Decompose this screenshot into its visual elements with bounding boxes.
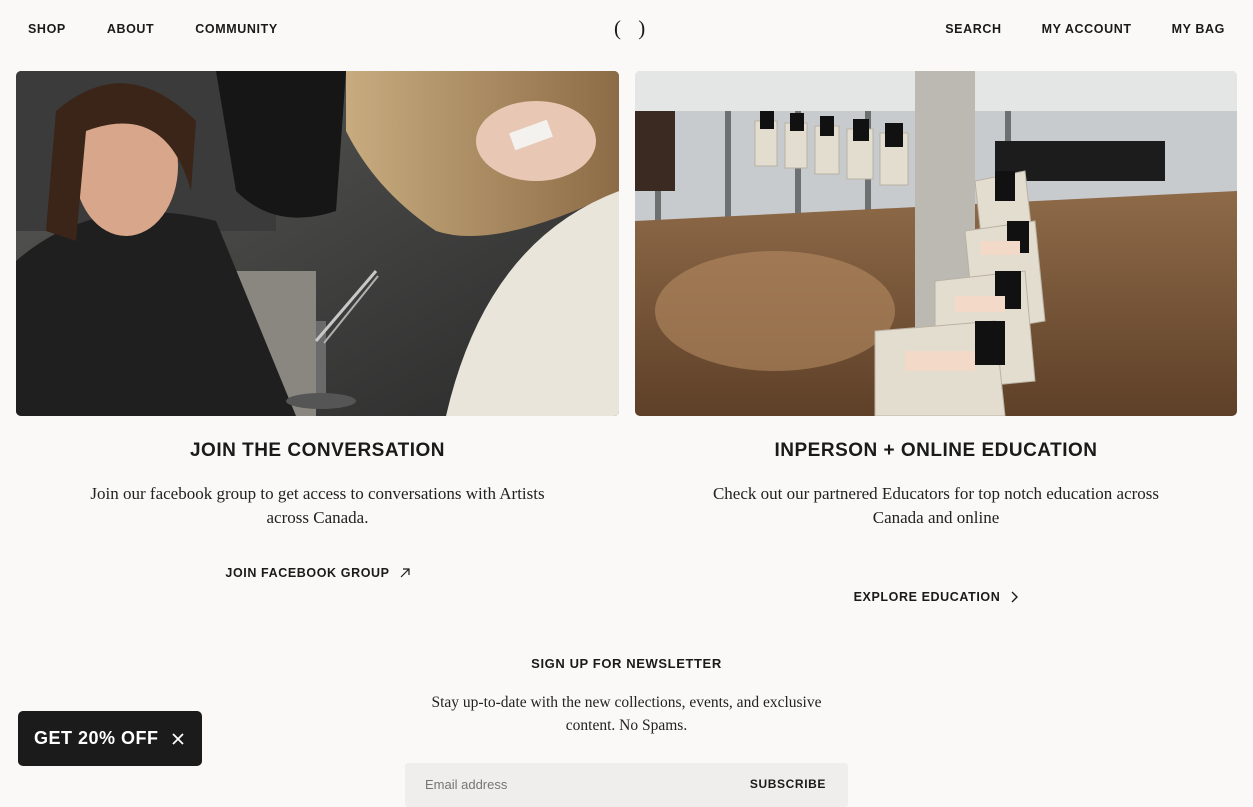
primary-nav: SHOP ABOUT COMMUNITY xyxy=(28,22,319,36)
site-logo[interactable]: ( ) xyxy=(614,16,651,41)
newsletter-form: SUBSCRIBE xyxy=(405,763,848,807)
community-text: Join our facebook group to get access to… xyxy=(90,484,545,527)
chevron-right-icon xyxy=(1011,591,1019,603)
close-icon[interactable] xyxy=(171,732,185,746)
community-section: JOIN THE CONVERSATION Join our facebook … xyxy=(16,440,619,582)
education-title: INPERSON + ONLINE EDUCATION xyxy=(774,440,1098,461)
nav-shop[interactable]: SHOP xyxy=(28,22,66,36)
join-facebook-group-label: JOIN FACEBOOK GROUP xyxy=(225,566,390,580)
nav-about[interactable]: ABOUT xyxy=(107,22,154,36)
newsletter-title: SIGN UP FOR NEWSLETTER xyxy=(531,656,722,671)
explore-education-link[interactable]: EXPLORE EDUCATION xyxy=(854,590,1019,604)
explore-education-label: EXPLORE EDUCATION xyxy=(853,590,1001,604)
email-input[interactable] xyxy=(425,777,675,792)
promo-label: GET 20% OFF xyxy=(34,728,159,748)
site-header: SHOP ABOUT COMMUNITY ( ) SEARCH MY ACCOU… xyxy=(0,0,1253,60)
newsletter-text: Stay up-to-date with the new collections… xyxy=(431,694,822,734)
nav-search[interactable]: SEARCH xyxy=(945,22,1001,36)
community-title: JOIN THE CONVERSATION xyxy=(189,440,446,461)
nav-community[interactable]: COMMUNITY xyxy=(195,22,277,36)
education-photo xyxy=(635,71,1237,416)
utility-nav: SEARCH MY ACCOUNT MY BAG xyxy=(905,22,1225,36)
education-section: INPERSON + ONLINE EDUCATION Check out ou… xyxy=(635,440,1237,606)
external-link-arrow-icon xyxy=(400,568,410,578)
education-text: Check out our partnered Educators for to… xyxy=(712,484,1160,527)
subscribe-button[interactable]: SUBSCRIBE xyxy=(750,777,826,791)
join-facebook-group-link[interactable]: JOIN FACEBOOK GROUP xyxy=(225,566,410,580)
discount-promo-badge[interactable]: GET 20% OFF xyxy=(18,711,202,766)
nav-my-account[interactable]: MY ACCOUNT xyxy=(1042,22,1132,36)
nav-my-bag[interactable]: MY BAG xyxy=(1172,22,1225,36)
community-photo xyxy=(16,71,619,416)
